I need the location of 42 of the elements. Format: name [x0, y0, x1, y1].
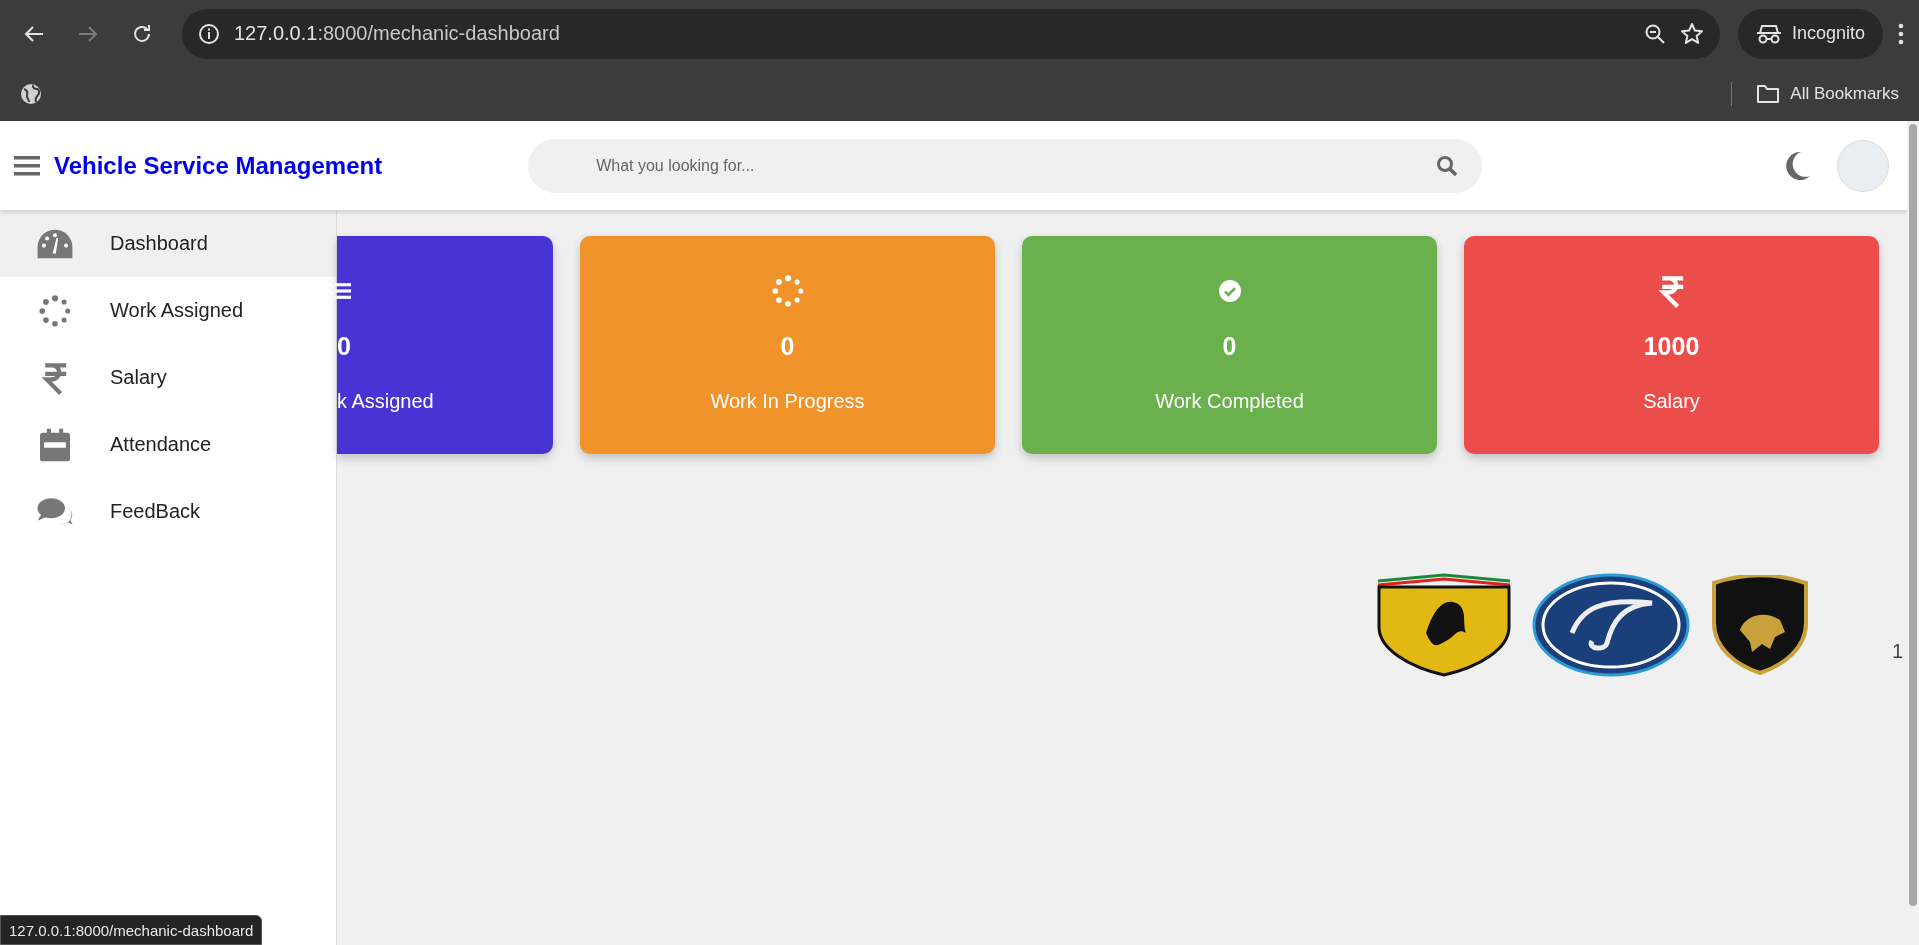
card-value: 1000: [1643, 332, 1700, 361]
gauge-icon: [36, 227, 74, 260]
card-value: 0: [780, 332, 795, 361]
menu-icon[interactable]: [14, 154, 40, 177]
sidebar-item[interactable]: FeedBack: [0, 478, 336, 545]
search-field[interactable]: What you looking for...: [528, 138, 1483, 193]
more-menu-icon[interactable]: [1897, 21, 1905, 46]
all-bookmarks-button[interactable]: All Bookmarks: [1756, 83, 1899, 104]
app-title[interactable]: Vehicle Service Management: [54, 151, 383, 180]
speech-bubbles-icon: [36, 496, 74, 527]
card-label: Salary: [1643, 390, 1700, 413]
globe-icon[interactable]: [20, 82, 42, 105]
status-url-tooltip: 127.0.0.1:8000/mechanic-dashboard: [0, 915, 263, 945]
check-circle-icon: [1218, 280, 1241, 302]
card-label: k Assigned: [337, 390, 434, 413]
rupee-icon: [1657, 274, 1686, 308]
spinner-icon: [770, 274, 805, 308]
calendar-icon: [40, 427, 70, 462]
sidebar-item[interactable]: Dashboard: [0, 210, 336, 277]
stat-card[interactable]: 0 k Assigned: [337, 236, 553, 454]
card-label: Work Completed: [1155, 390, 1304, 413]
incognito-button[interactable]: Incognito: [1737, 8, 1883, 59]
folder-icon: [1756, 83, 1781, 104]
url-text: 127.0.0.1:8000/mechanic-dashboard: [234, 22, 561, 45]
address-bar[interactable]: 127.0.0.1:8000/mechanic-dashboard: [182, 8, 1720, 59]
search-icon[interactable]: [1436, 154, 1459, 177]
page-number: 1: [1892, 640, 1904, 663]
incognito-icon: [1755, 23, 1782, 44]
sidebar-item[interactable]: Attendance: [0, 411, 336, 478]
info-icon[interactable]: [198, 22, 220, 45]
stat-card[interactable]: 1000 Salary: [1464, 236, 1879, 454]
star-icon[interactable]: [1679, 21, 1704, 46]
rupee-icon: [41, 360, 69, 395]
sidebar-item[interactable]: Work Assigned: [0, 277, 336, 344]
sidebar-item[interactable]: Salary: [0, 344, 336, 411]
card-value: 0: [337, 332, 351, 361]
card-label: Work In Progress: [710, 390, 865, 413]
moon-icon[interactable]: [1783, 150, 1811, 181]
card-value: 0: [1222, 332, 1237, 361]
spinner-icon: [38, 293, 72, 328]
reload-icon[interactable]: [131, 22, 153, 45]
zoom-out-icon[interactable]: [1643, 22, 1666, 45]
